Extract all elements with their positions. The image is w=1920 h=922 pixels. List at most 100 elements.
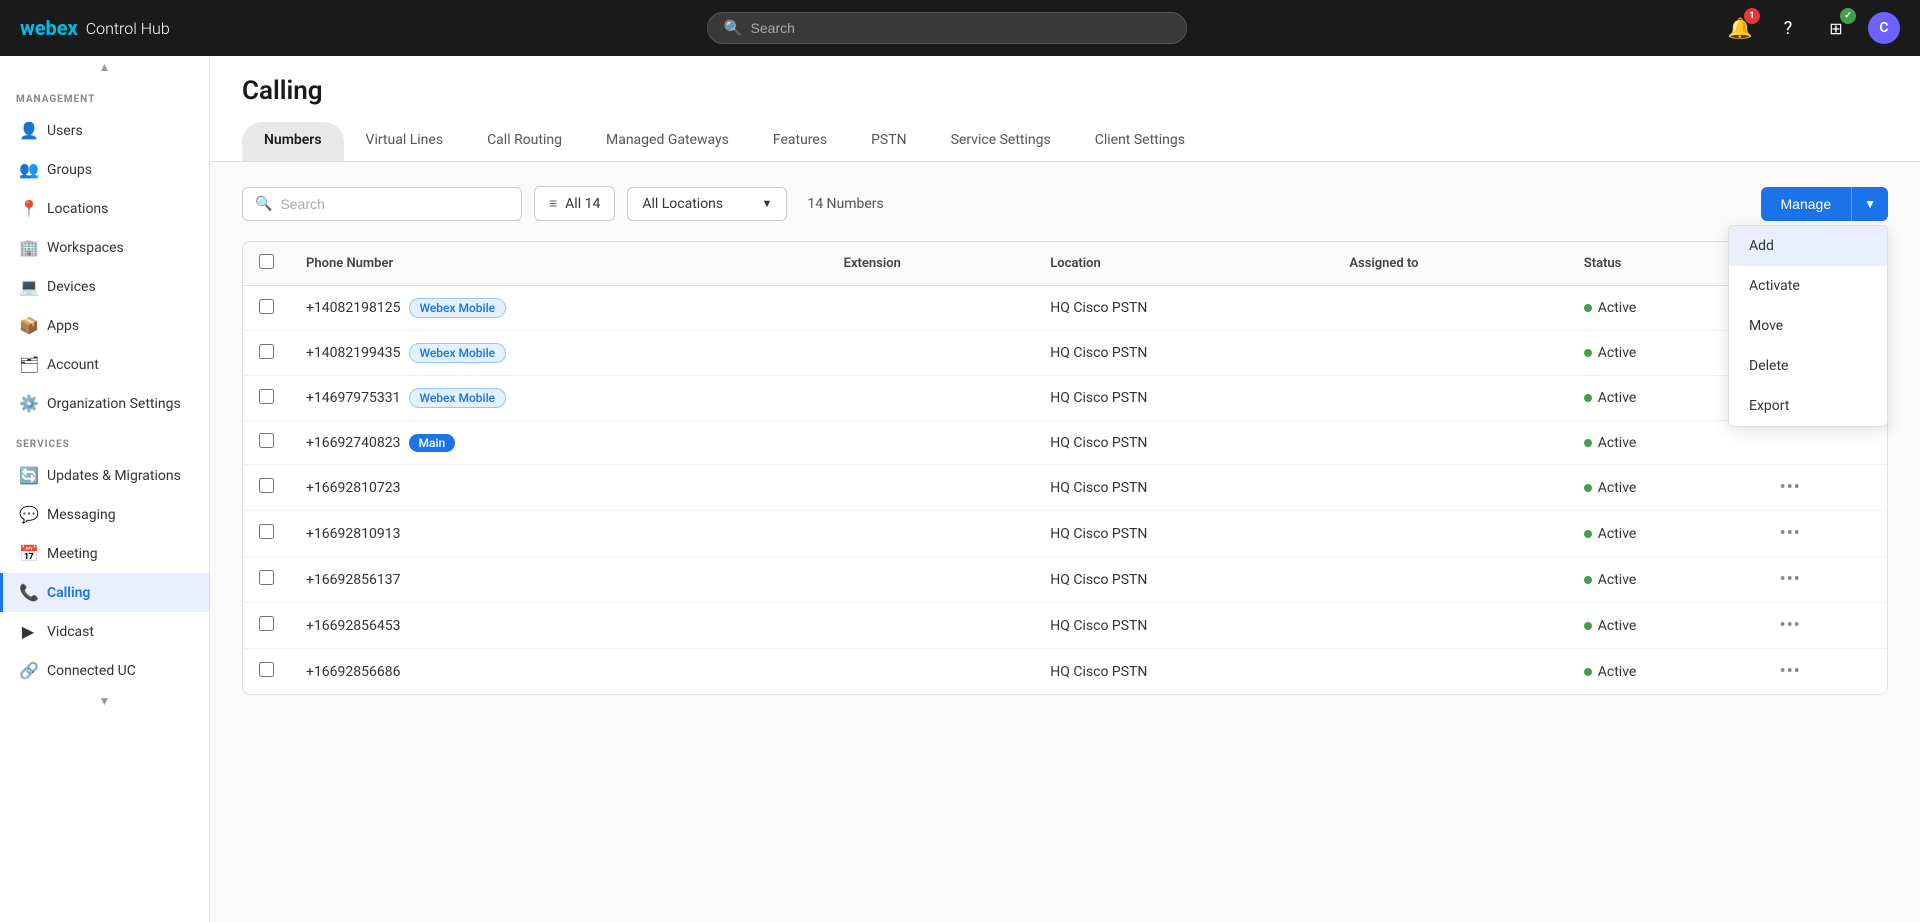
row-checkbox[interactable] <box>259 524 274 539</box>
location-cell: HQ Cisco PSTN <box>1034 331 1333 376</box>
table-row: +16692856686 HQ Cisco PSTN Active ••• <box>243 649 1887 695</box>
row-actions-button[interactable]: ••• <box>1780 523 1801 544</box>
row-checkbox[interactable] <box>259 570 274 585</box>
row-checkbox[interactable] <box>259 662 274 677</box>
table-row: +14697975331Webex Mobile HQ Cisco PSTN A… <box>243 376 1887 421</box>
row-checkbox[interactable] <box>259 478 274 493</box>
status-label: Active <box>1598 526 1637 542</box>
number-search-box[interactable]: 🔍 <box>242 187 522 221</box>
sidebar-item-users[interactable]: 👤 Users <box>0 111 209 150</box>
filter-button[interactable]: ≡ All 14 <box>534 186 615 221</box>
tab-pstn[interactable]: PSTN <box>849 122 929 161</box>
status-dot <box>1584 668 1592 676</box>
row-actions-button[interactable]: ••• <box>1780 569 1801 590</box>
sidebar-item-meeting-label: Meeting <box>47 546 98 562</box>
location-select[interactable]: All Locations ▼ <box>627 187 787 221</box>
location-cell: HQ Cisco PSTN <box>1034 557 1333 603</box>
sidebar-item-locations[interactable]: 📍 Locations <box>0 189 209 228</box>
phone-number-cell: +16692740823 Main <box>290 421 828 465</box>
phone-number: +16692740823 <box>306 435 401 451</box>
dropdown-item-move[interactable]: Move <box>1729 306 1887 346</box>
tab-service-settings[interactable]: Service Settings <box>929 122 1073 161</box>
main-content: Calling Numbers Virtual Lines Call Routi… <box>210 56 1920 922</box>
sidebar-item-workspaces[interactable]: 🏢 Workspaces <box>0 228 209 267</box>
row-actions-button[interactable]: ••• <box>1780 477 1801 498</box>
sidebar-item-calling[interactable]: 📞 Calling <box>0 573 209 612</box>
tabs-bar: Numbers Virtual Lines Call Routing Manag… <box>242 122 1888 161</box>
select-all-checkbox[interactable] <box>259 254 274 269</box>
dropdown-item-activate[interactable]: Activate <box>1729 266 1887 306</box>
sidebar-scroll-down[interactable]: ▼ <box>0 690 209 712</box>
assigned-cell <box>1333 465 1567 511</box>
status-label: Active <box>1598 618 1637 634</box>
phone-number-cell: +16692856453 <box>290 603 828 649</box>
sidebar-scroll-up[interactable]: ▲ <box>0 56 209 78</box>
sidebar-item-meeting[interactable]: 📅 Meeting <box>0 534 209 573</box>
table-row: +16692740823 Main HQ Cisco PSTN Active <box>243 421 1887 465</box>
numbers-table: Phone Number Extension Location Assigned… <box>242 241 1888 695</box>
sidebar-item-devices[interactable]: 💻 Devices <box>0 267 209 306</box>
sidebar-item-groups[interactable]: 👥 Groups <box>0 150 209 189</box>
row-checkbox[interactable] <box>259 344 274 359</box>
phone-number: +14697975331 <box>306 390 401 406</box>
user-avatar[interactable]: C <box>1868 12 1900 44</box>
logo-webex-text: webex <box>20 16 78 40</box>
apps-button[interactable]: ⊞ ✓ <box>1820 12 1852 44</box>
row-actions-button[interactable]: ••• <box>1780 615 1801 636</box>
manage-button[interactable]: Manage ▼ <box>1761 187 1888 221</box>
phone-badge: Main <box>409 434 456 452</box>
tab-features[interactable]: Features <box>751 122 849 161</box>
location-cell: HQ Cisco PSTN <box>1034 421 1333 465</box>
users-icon: 👤 <box>19 121 37 140</box>
tab-client-settings[interactable]: Client Settings <box>1073 122 1207 161</box>
row-checkbox[interactable] <box>259 433 274 448</box>
messaging-icon: 💬 <box>19 505 37 524</box>
sidebar-item-messaging[interactable]: 💬 Messaging <box>0 495 209 534</box>
sidebar-item-connected-uc[interactable]: 🔗 Connected UC <box>0 651 209 690</box>
sidebar-item-org-settings[interactable]: ⚙️ Organization Settings <box>0 384 209 423</box>
phone-number-cell: +16692856686 <box>290 649 828 695</box>
help-icon: ? <box>1784 18 1793 39</box>
global-search-input[interactable] <box>751 20 1170 36</box>
apps-badge: ✓ <box>1840 8 1856 24</box>
dropdown-item-add[interactable]: Add <box>1729 226 1887 266</box>
manage-button-arrow[interactable]: ▼ <box>1852 188 1888 220</box>
devices-icon: 💻 <box>19 277 37 296</box>
global-search-box[interactable]: 🔍 <box>707 12 1187 44</box>
tab-call-routing[interactable]: Call Routing <box>465 122 584 161</box>
location-cell: HQ Cisco PSTN <box>1034 465 1333 511</box>
actions-cell: ••• <box>1764 603 1887 649</box>
row-checkbox[interactable] <box>259 299 274 314</box>
help-button[interactable]: ? <box>1772 12 1804 44</box>
row-actions-button[interactable]: ••• <box>1780 661 1801 682</box>
services-section-label: SERVICES <box>0 423 209 456</box>
tab-numbers[interactable]: Numbers <box>242 122 344 161</box>
groups-icon: 👥 <box>19 160 37 179</box>
workspaces-icon: 🏢 <box>19 238 37 257</box>
extension-cell <box>828 421 1035 465</box>
table-row: +16692810913 HQ Cisco PSTN Active ••• <box>243 511 1887 557</box>
notifications-button[interactable]: 🔔 1 <box>1724 12 1756 44</box>
vidcast-icon: ▶ <box>19 622 37 641</box>
status-dot <box>1584 349 1592 357</box>
tab-virtual-lines[interactable]: Virtual Lines <box>344 122 466 161</box>
phone-number: +16692810913 <box>306 526 401 542</box>
row-checkbox[interactable] <box>259 389 274 404</box>
row-checkbox[interactable] <box>259 616 274 631</box>
dropdown-item-delete[interactable]: Delete <box>1729 346 1887 386</box>
sidebar-item-messaging-label: Messaging <box>47 507 116 523</box>
dropdown-item-export[interactable]: Export <box>1729 386 1887 426</box>
status-cell: Active <box>1568 603 1764 649</box>
sidebar-item-apps[interactable]: 📦 Apps <box>0 306 209 345</box>
apps-icon: 📦 <box>19 316 37 335</box>
manage-button-label: Manage <box>1761 187 1853 221</box>
tab-managed-gateways[interactable]: Managed Gateways <box>584 122 751 161</box>
number-search-input[interactable] <box>280 196 509 212</box>
status-label: Active <box>1598 664 1637 680</box>
sidebar-item-vidcast[interactable]: ▶ Vidcast <box>0 612 209 651</box>
sidebar-item-updates[interactable]: 🔄 Updates & Migrations <box>0 456 209 495</box>
sidebar-item-account[interactable]: 🗂 Account <box>0 345 209 384</box>
status-dot <box>1584 304 1592 312</box>
status-label: Active <box>1598 435 1637 451</box>
locations-icon: 📍 <box>19 199 37 218</box>
